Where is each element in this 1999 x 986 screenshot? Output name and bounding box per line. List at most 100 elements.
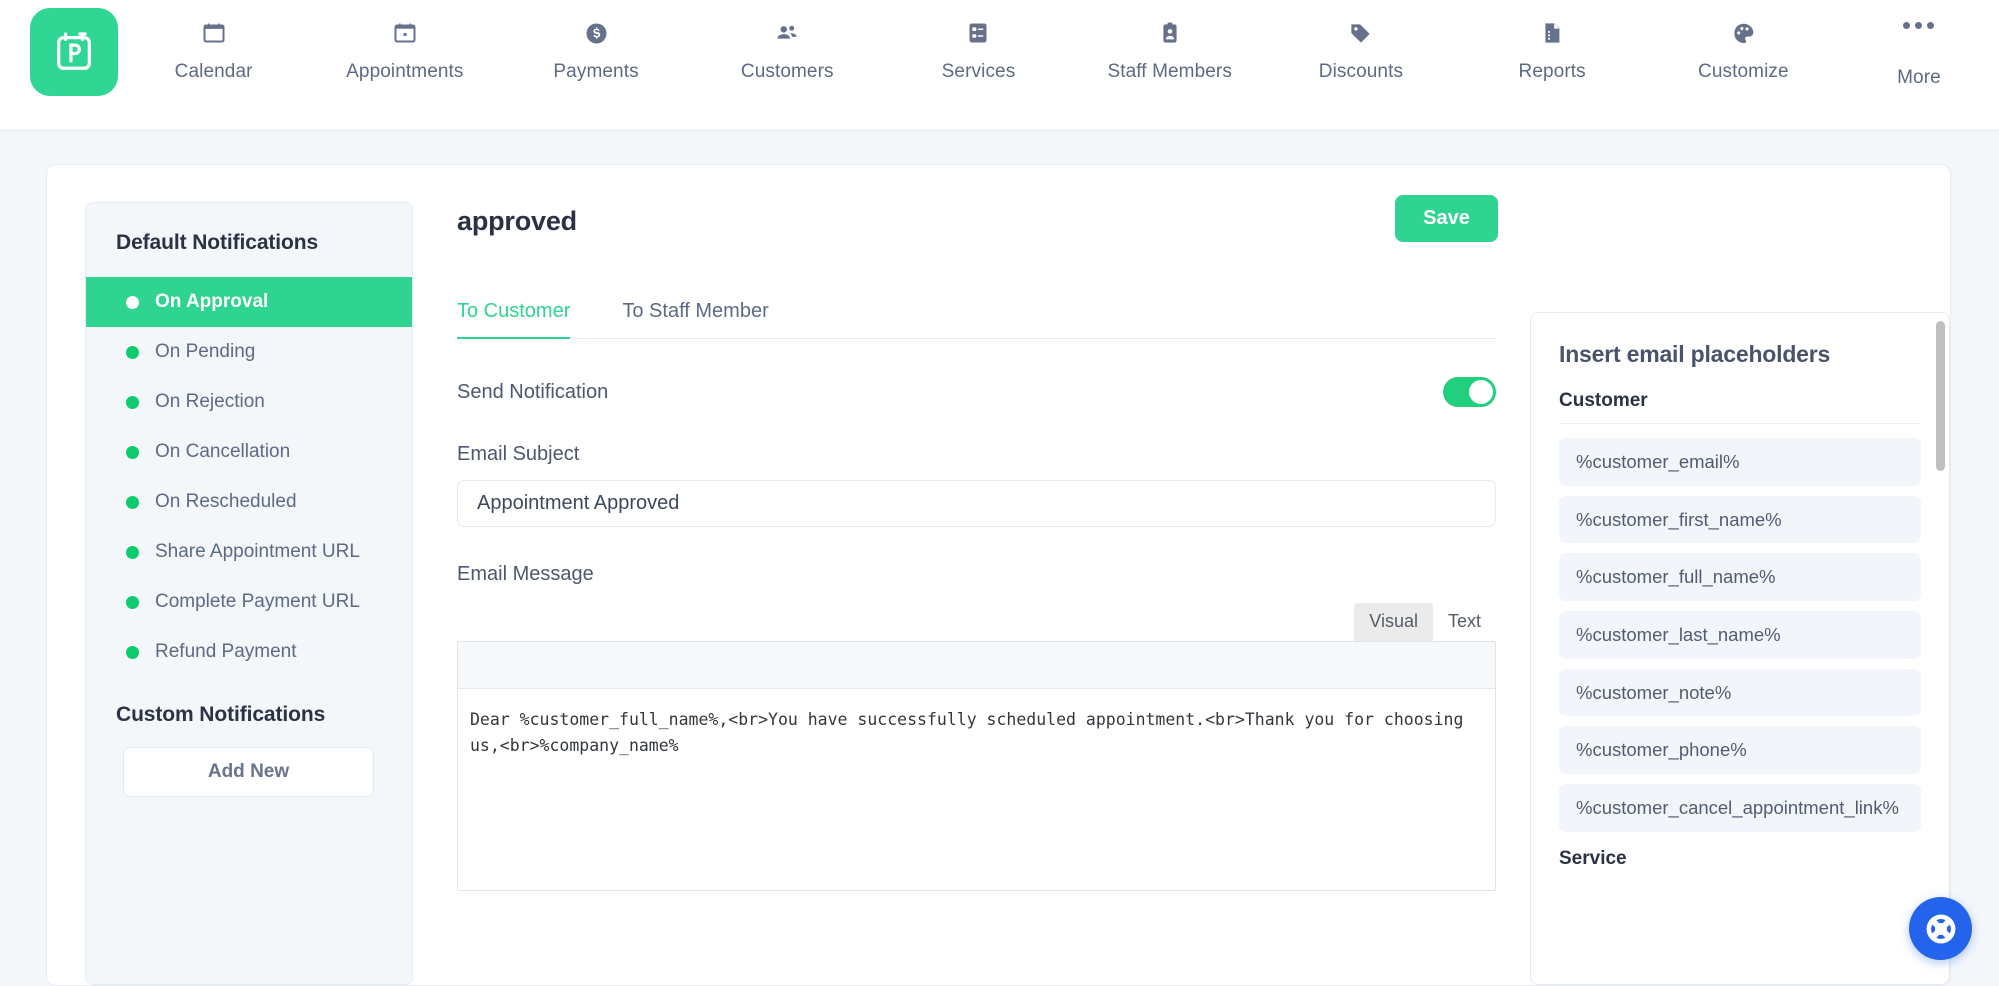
tab-to-customer[interactable]: To Customer xyxy=(457,300,571,339)
calendar-icon xyxy=(202,18,226,48)
sidebar-item-label: Complete Payment URL xyxy=(155,591,360,612)
email-subject-input[interactable] xyxy=(457,480,1496,527)
placeholder-item[interactable]: %customer_note% xyxy=(1559,668,1921,717)
placeholder-item[interactable]: %customer_cancel_appointment_link% xyxy=(1559,784,1921,832)
status-dot-icon xyxy=(126,595,139,609)
status-dot-icon xyxy=(126,445,139,459)
nav-item-label: Customers xyxy=(740,61,834,82)
status-dot-icon xyxy=(126,545,139,559)
recipient-tabs: To Customer To Staff Member xyxy=(457,300,1496,339)
nav-item-payments[interactable]: Payments xyxy=(500,18,691,83)
placeholder-item[interactable]: %customer_email% xyxy=(1559,438,1921,486)
send-notification-label: Send Notification xyxy=(457,380,609,403)
tag-icon xyxy=(1348,18,1373,48)
main-region: approved Save To Customer To Staff Membe… xyxy=(413,195,1950,985)
notifications-sidebar: Default Notifications On Approval On Pen… xyxy=(85,202,413,985)
email-subject-label: Email Subject xyxy=(457,443,580,465)
people-icon xyxy=(774,18,800,48)
nav-item-label: Appointments xyxy=(346,61,464,82)
editor-tab-text[interactable]: Text xyxy=(1433,603,1496,641)
palette-icon xyxy=(1731,18,1756,48)
lifebuoy-icon xyxy=(1926,914,1955,943)
tab-to-staff-member[interactable]: To Staff Member xyxy=(622,300,768,338)
nav-item-discounts[interactable]: Discounts xyxy=(1265,18,1456,83)
email-message-content[interactable]: Dear %customer_full_name%,<br>You have s… xyxy=(458,689,1495,759)
sidebar-item-label: On Rejection xyxy=(155,391,265,412)
custom-notifications-heading: Custom Notifications xyxy=(116,703,326,726)
editor-column: approved Save To Customer To Staff Membe… xyxy=(457,195,1530,985)
nav-item-calendar[interactable]: Calendar xyxy=(118,18,309,83)
ellipsis-icon xyxy=(1903,18,1935,48)
nav-item-appointments[interactable]: Appointments xyxy=(309,18,500,83)
id-badge-icon xyxy=(1158,18,1182,48)
nav-item-label: More xyxy=(1897,67,1941,88)
brand-logo[interactable] xyxy=(30,8,118,96)
placeholders-scrollbar-thumb[interactable] xyxy=(1936,321,1945,471)
nav-item-reports[interactable]: Reports xyxy=(1457,18,1648,83)
status-dot-icon xyxy=(126,345,139,359)
default-notifications-heading: Default Notifications xyxy=(116,231,319,254)
nav-item-staff-members[interactable]: Staff Members xyxy=(1074,18,1265,83)
page-title: approved xyxy=(457,206,577,236)
sidebar-item-label: Share Appointment URL xyxy=(155,541,360,562)
services-list-icon xyxy=(966,18,990,48)
report-document-icon xyxy=(1540,18,1564,48)
nav-item-label: Payments xyxy=(553,61,639,82)
nav-item-services[interactable]: Services xyxy=(883,18,1074,83)
sidebar-item-on-rejection[interactable]: On Rejection xyxy=(86,377,412,427)
placeholder-group-service: Service xyxy=(1559,847,1627,869)
toggle-knob xyxy=(1469,380,1493,404)
sidebar-item-label: Refund Payment xyxy=(155,641,297,662)
insert-placeholders-panel: Insert email placeholders Customer %cust… xyxy=(1530,312,1950,985)
top-navigation-bar: Calendar Appointments Payments Customers xyxy=(0,0,1999,131)
status-dot-icon xyxy=(126,495,139,509)
placeholders-title: Insert email placeholders xyxy=(1559,341,1831,367)
send-notification-toggle[interactable] xyxy=(1443,377,1496,407)
editor-tab-visual[interactable]: Visual xyxy=(1354,603,1433,641)
sidebar-item-on-rescheduled[interactable]: On Rescheduled xyxy=(86,477,412,527)
sidebar-item-label: On Cancellation xyxy=(155,441,291,462)
send-notification-row: Send Notification xyxy=(457,377,1496,407)
nav-item-more[interactable]: More xyxy=(1839,18,1999,89)
sidebar-item-on-cancellation[interactable]: On Cancellation xyxy=(86,427,412,477)
placeholder-item[interactable]: %customer_last_name% xyxy=(1559,611,1921,659)
sidebar-item-refund-payment[interactable]: Refund Payment xyxy=(86,627,412,677)
email-message-label: Email Message xyxy=(457,563,594,585)
nav-item-label: Services xyxy=(941,61,1016,82)
nav-item-label: Staff Members xyxy=(1107,61,1232,82)
nav-item-label: Customize xyxy=(1698,61,1789,82)
placeholder-item[interactable]: %customer_phone% xyxy=(1559,726,1921,775)
nav-item-label: Reports xyxy=(1518,61,1586,82)
nav-item-label: Discounts xyxy=(1318,61,1404,82)
add-new-button[interactable]: Add New xyxy=(123,747,374,797)
placeholder-group-customer: Customer xyxy=(1559,390,1921,424)
save-button[interactable]: Save xyxy=(1395,195,1498,242)
sidebar-item-complete-payment-url[interactable]: Complete Payment URL xyxy=(86,577,412,627)
appointments-calendar-icon xyxy=(393,18,417,48)
support-help-button[interactable] xyxy=(1909,897,1972,960)
status-dot-icon xyxy=(126,295,139,309)
nav-item-customize[interactable]: Customize xyxy=(1648,18,1839,83)
content-card: Default Notifications On Approval On Pen… xyxy=(46,164,1951,986)
main-header: approved Save xyxy=(457,195,1498,242)
status-dot-icon xyxy=(126,645,139,659)
placeholders-scrollbar[interactable] xyxy=(1936,319,1945,978)
dollar-circle-icon xyxy=(584,18,609,48)
sidebar-item-label: On Rescheduled xyxy=(155,491,297,512)
editor-toolbar[interactable] xyxy=(458,642,1495,689)
placeholder-item[interactable]: %customer_first_name% xyxy=(1559,495,1921,544)
sidebar-item-on-approval[interactable]: On Approval xyxy=(86,277,412,327)
sidebar-item-on-pending[interactable]: On Pending xyxy=(86,327,412,377)
sidebar-item-label: On Approval xyxy=(155,291,269,312)
placeholder-item[interactable]: %customer_full_name% xyxy=(1559,553,1921,602)
clipboard-plus-logo-icon xyxy=(57,32,91,70)
email-message-editor: Dear %customer_full_name%,<br>You have s… xyxy=(457,641,1496,891)
editor-mode-tabs: Visual Text xyxy=(457,603,1496,641)
nav-item-customers[interactable]: Customers xyxy=(692,18,883,83)
sidebar-item-label: On Pending xyxy=(155,341,256,362)
sidebar-item-share-appointment-url[interactable]: Share Appointment URL xyxy=(86,527,412,577)
status-dot-icon xyxy=(126,395,139,409)
page-wrapper: Default Notifications On Approval On Pen… xyxy=(0,131,1999,986)
nav-item-label: Calendar xyxy=(174,61,253,82)
nav-items: Calendar Appointments Payments Customers xyxy=(118,0,1999,130)
